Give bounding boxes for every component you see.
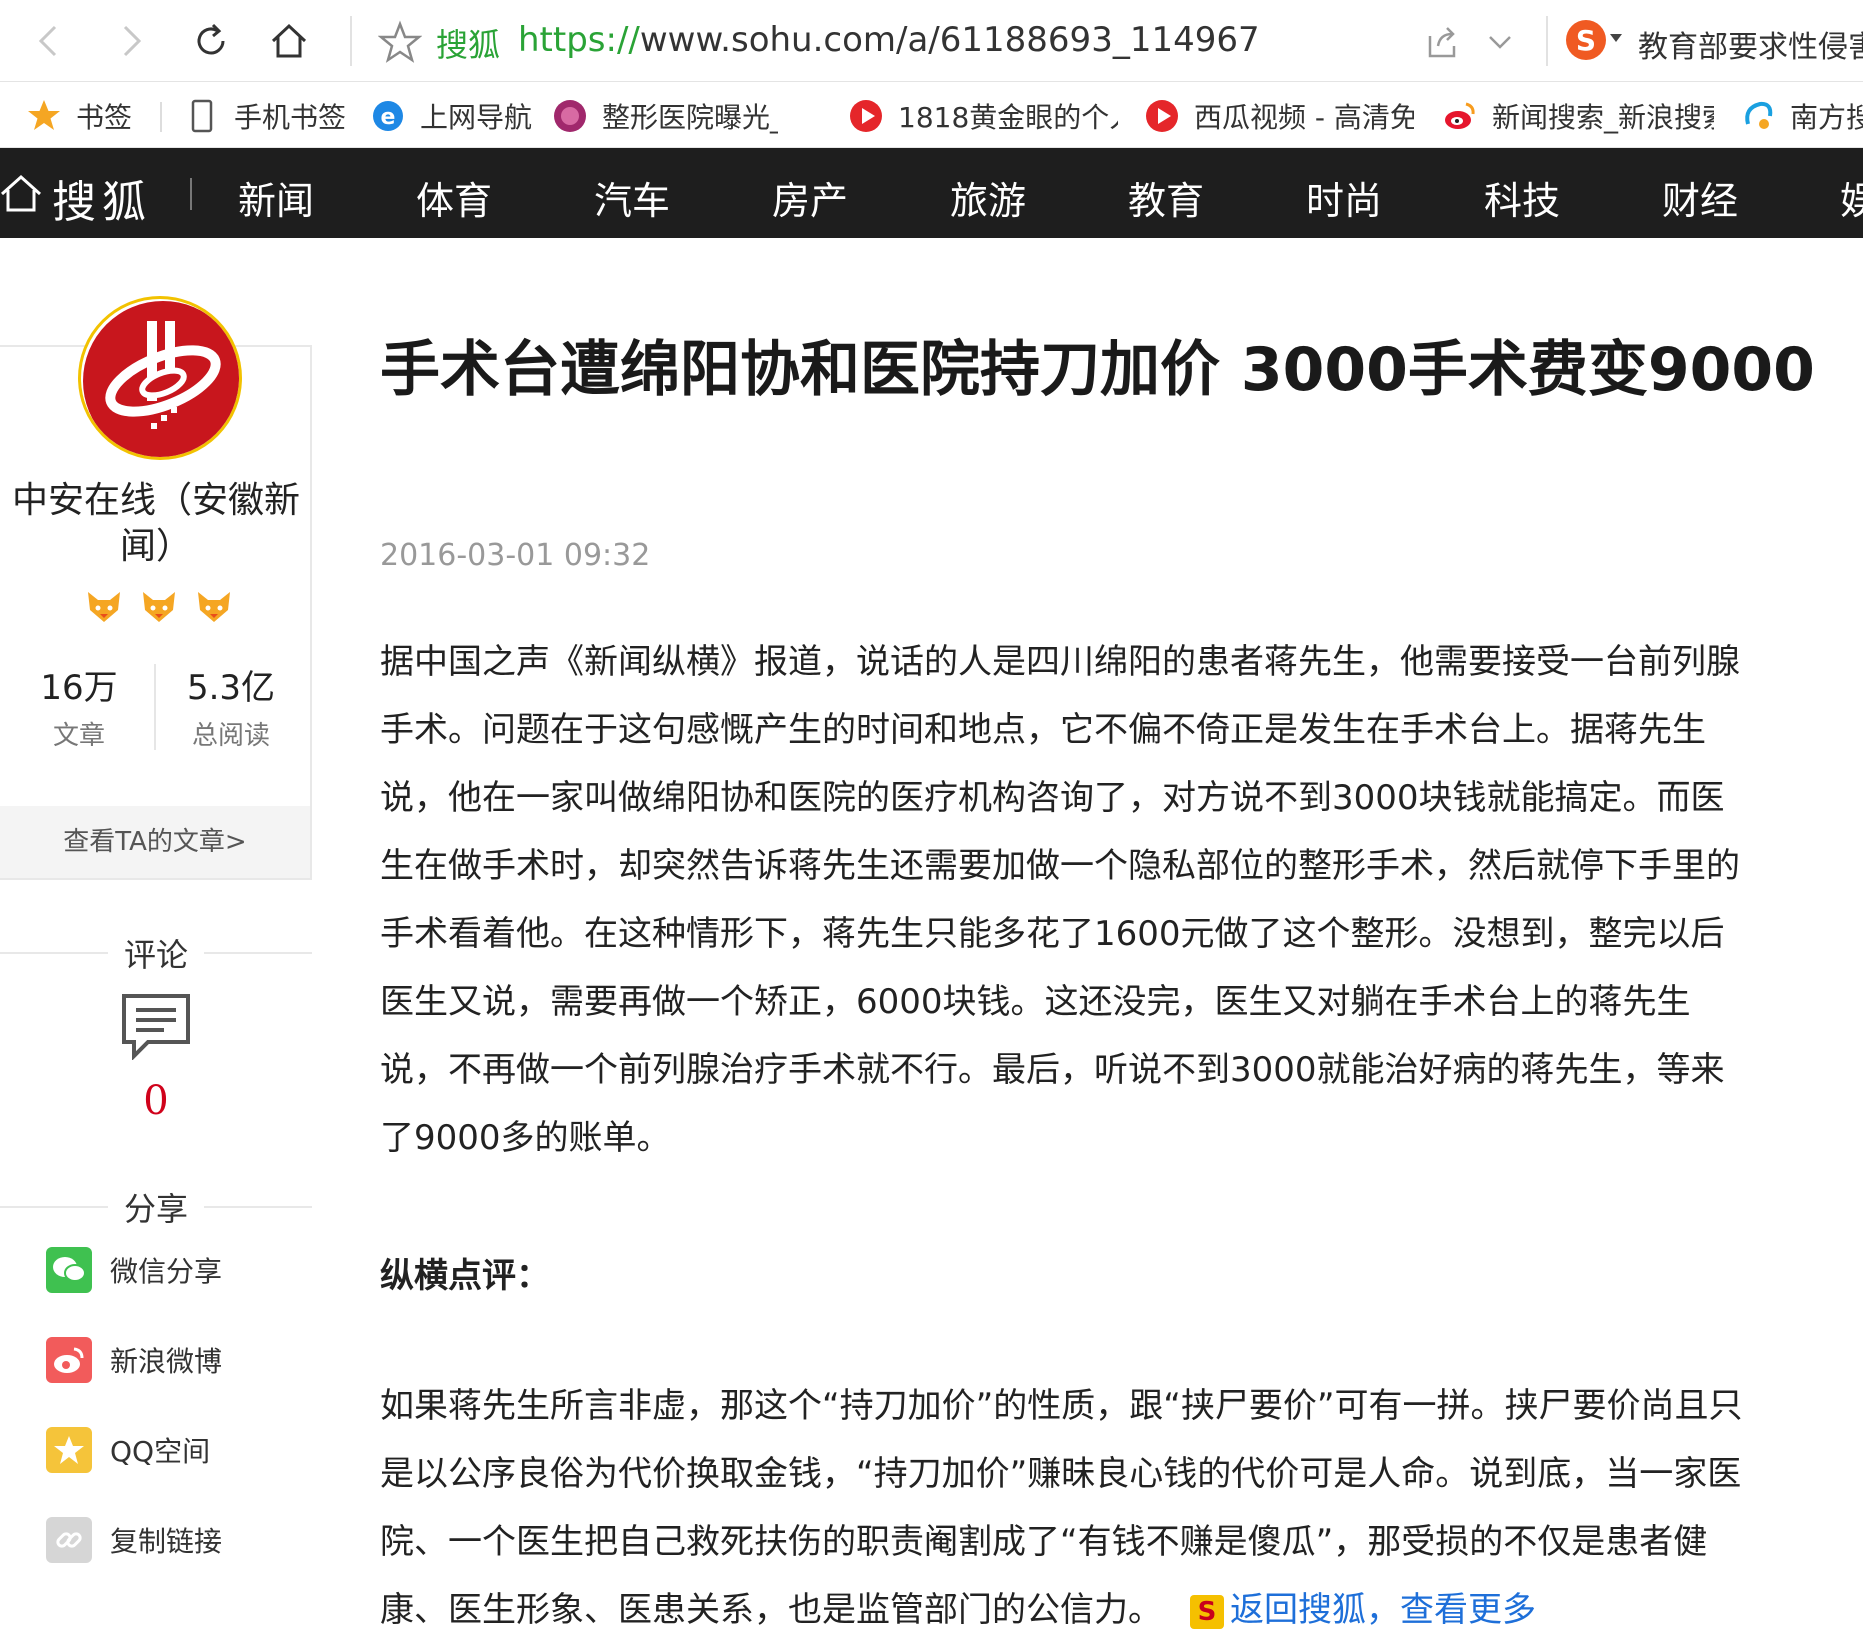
bookmark-item[interactable]: 新闻搜索_新浪搜索 <box>1442 96 1714 136</box>
bookmark-bar: 书签 手机书签 e 上网导航 整形医院曝光_整形 1818黄金眼的个人 西瓜视频… <box>0 82 1863 148</box>
comment-count[interactable]: 0 <box>0 1078 312 1124</box>
weibo-icon <box>46 1337 92 1383</box>
bookmark-item[interactable]: e 上网导航 <box>370 96 532 136</box>
share-qzone-button[interactable]: QQ空间 <box>46 1426 210 1474</box>
articles-stat: 16万 文章 <box>4 660 154 752</box>
article-title: 手术台遭绵阳协和医院持刀加价 3000手术费变9000 <box>380 335 1815 405</box>
nav-item-tech[interactable]: 科技 <box>1484 170 1560 225</box>
home-icon <box>271 23 307 58</box>
bookmark-item[interactable]: 西瓜视频 - 高清免 <box>1144 96 1414 136</box>
article-date: 2016-03-01 09:32 <box>380 538 651 573</box>
article-paragraph-2: 如果蒋先生所言非虚，那这个“持刀加价”的性质，跟“挟尸要价”可有一拼。挟尸要价尚… <box>380 1386 1743 1630</box>
site-name: 搜狐 <box>436 26 501 64</box>
nav-item-house[interactable]: 房产 <box>772 170 848 225</box>
bookmark-item[interactable]: 书签 <box>26 96 132 136</box>
author-avatar[interactable] <box>78 296 242 460</box>
author-logo-icon <box>83 301 239 457</box>
share-wechat-button[interactable]: 微信分享 <box>46 1246 222 1294</box>
nav-item-education[interactable]: 教育 <box>1128 170 1204 225</box>
home-icon[interactable] <box>0 172 42 214</box>
nav-item-finance[interactable]: 财经 <box>1662 170 1738 225</box>
reload-button[interactable] <box>184 14 238 68</box>
reads-count: 5.3亿 <box>186 668 276 708</box>
fox-badge-icon <box>198 592 230 622</box>
wechat-icon <box>46 1247 92 1293</box>
share-page-icon[interactable] <box>1422 22 1462 62</box>
nav-item-sports[interactable]: 体育 <box>416 170 492 225</box>
share-weibo-button[interactable]: 新浪微博 <box>46 1336 222 1384</box>
toolbar-divider <box>350 16 352 66</box>
copy-link-button[interactable]: 复制链接 <box>46 1516 222 1564</box>
article-subheading: 纵横点评： <box>380 1256 550 1296</box>
author-level-badges <box>84 588 234 628</box>
nav-divider <box>190 178 192 210</box>
search-box[interactable]: 教育部要求性侵害 <box>1638 22 1863 66</box>
home-button[interactable] <box>262 14 316 68</box>
forward-button[interactable] <box>104 14 158 68</box>
fox-badge-icon <box>143 592 175 622</box>
nav-item-auto[interactable]: 汽车 <box>594 170 670 225</box>
sohu-s-icon: S <box>1190 1594 1224 1629</box>
back-to-sohu-link[interactable]: 返回搜狐，查看更多 <box>1230 1590 1536 1630</box>
reads-label: 总阅读 <box>191 721 270 751</box>
bookmark-item[interactable]: 南方搜 <box>1740 96 1863 136</box>
toolbar-divider <box>1546 16 1548 66</box>
bookmark-item[interactable]: 整形医院曝光_整形 <box>552 96 778 136</box>
fox-badge-icon <box>88 592 120 622</box>
caret-down-icon[interactable] <box>1610 34 1622 42</box>
reload-icon <box>197 23 225 55</box>
articles-count: 16万 <box>40 668 118 708</box>
back-button[interactable] <box>22 14 76 68</box>
nav-item-news[interactable]: 新闻 <box>238 170 314 225</box>
url-protocol: https:// <box>518 20 640 60</box>
site-icon <box>552 98 588 134</box>
comment-icon[interactable] <box>120 992 192 1060</box>
dropdown-chevron-icon[interactable] <box>1480 22 1520 62</box>
phone-icon <box>184 98 220 134</box>
url-field[interactable]: https://www.sohu.com/a/61188693_114967 <box>518 20 1260 60</box>
nav-item-entertainment[interactable]: 娱 <box>1840 170 1863 225</box>
nav-item-travel[interactable]: 旅游 <box>950 170 1026 225</box>
qzone-star-icon <box>46 1427 92 1473</box>
reads-stat: 5.3亿 总阅读 <box>156 660 306 752</box>
url-path: www.sohu.com/a/61188693_114967 <box>639 20 1260 60</box>
share-heading: 分享 <box>0 1184 312 1230</box>
chevron-left-icon <box>38 25 57 57</box>
ie-icon: e <box>370 98 406 134</box>
site-nav-bar: 搜狐 新闻 体育 汽车 房产 旅游 教育 时尚 科技 财经 娱 <box>0 148 1863 238</box>
article-paragraph-1: 据中国之声《新闻纵横》报道，说话的人是四川绵阳的患者蒋先生，他需要接受一台前列腺… <box>380 642 1740 1158</box>
sohu-logo[interactable]: 搜狐 <box>52 166 152 230</box>
video-play-icon <box>1144 98 1180 134</box>
video-play-icon <box>848 98 884 134</box>
sogou-search-icon[interactable]: S <box>1566 20 1606 60</box>
bookmark-item[interactable]: 1818黄金眼的个人 <box>848 96 1118 136</box>
address-bar: 搜狐 https://www.sohu.com/a/61188693_11496… <box>0 0 1863 82</box>
author-name[interactable]: 中安在线（安徽新闻） <box>0 478 312 570</box>
bookmark-divider <box>160 102 162 132</box>
bookmark-item[interactable]: 手机书签 <box>184 96 346 136</box>
site-icon <box>1740 98 1776 134</box>
chevron-right-icon <box>123 25 142 57</box>
view-articles-link[interactable]: 查看TA的文章> <box>0 806 310 878</box>
svg-text:e: e <box>381 105 396 130</box>
weibo-icon <box>1442 98 1478 134</box>
nav-item-fashion[interactable]: 时尚 <box>1306 170 1382 225</box>
bookmark-star-icon[interactable] <box>378 20 422 64</box>
comments-heading: 评论 <box>0 930 312 976</box>
link-icon <box>46 1517 92 1563</box>
article: 手术台遭绵阳协和医院持刀加价 3000手术费变9000 2016-03-01 0… <box>380 330 1840 1630</box>
star-icon <box>26 98 62 134</box>
articles-label: 文章 <box>52 721 105 751</box>
